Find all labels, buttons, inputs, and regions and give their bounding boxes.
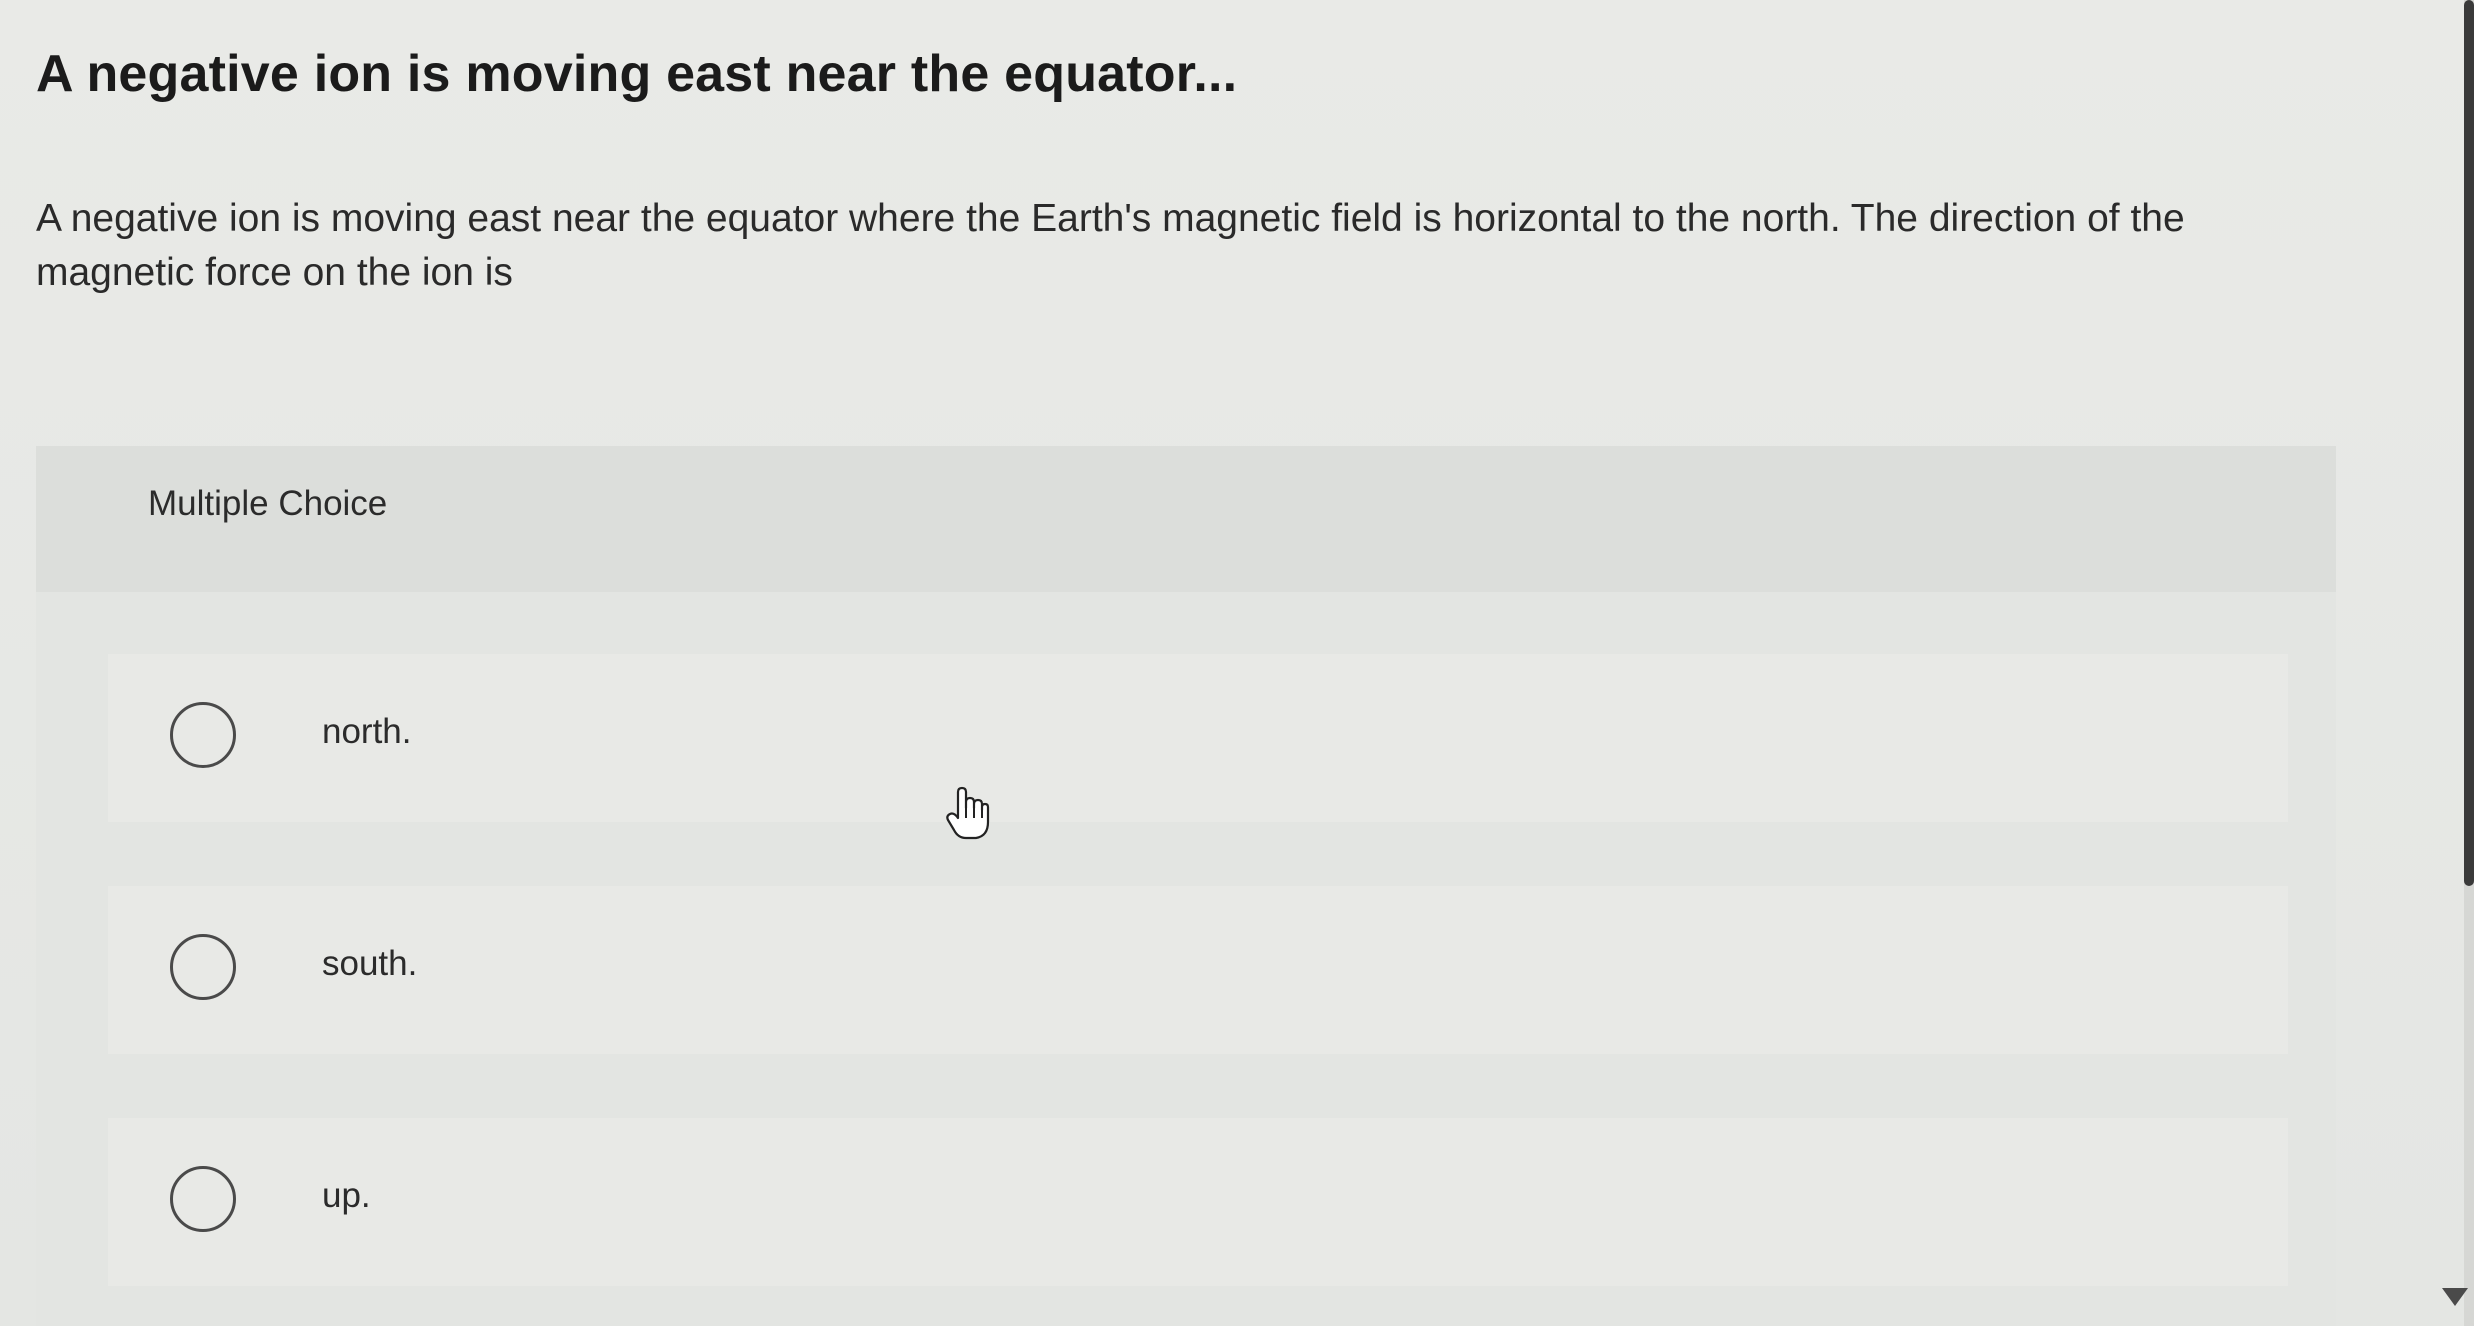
chevron-down-icon[interactable]	[2442, 1288, 2468, 1306]
answer-option-south[interactable]: south.	[108, 886, 2288, 1054]
answer-option-north[interactable]: north.	[108, 654, 2288, 822]
question-type-label: Multiple Choice	[148, 484, 388, 523]
answer-option-label: north.	[322, 712, 412, 751]
hand-pointer-icon	[946, 786, 990, 840]
panel-header: Multiple Choice	[36, 446, 2336, 592]
scrollbar-thumb[interactable]	[2464, 0, 2474, 886]
answer-option-up[interactable]: up.	[108, 1118, 2288, 1286]
radio-button-icon[interactable]	[170, 1166, 236, 1232]
question-title: A negative ion is moving east near the e…	[36, 45, 1238, 103]
answer-option-label: south.	[322, 944, 418, 983]
multiple-choice-panel: Multiple Choice north. south. up.	[36, 446, 2336, 1326]
vertical-scrollbar[interactable]	[2464, 0, 2474, 1326]
radio-button-icon[interactable]	[170, 934, 236, 1000]
question-prompt: A negative ion is moving east near the e…	[36, 197, 2185, 294]
answer-option-label: up.	[322, 1176, 371, 1215]
radio-button-icon[interactable]	[170, 702, 236, 768]
question-page: A negative ion is moving east near the e…	[0, 0, 2474, 1326]
